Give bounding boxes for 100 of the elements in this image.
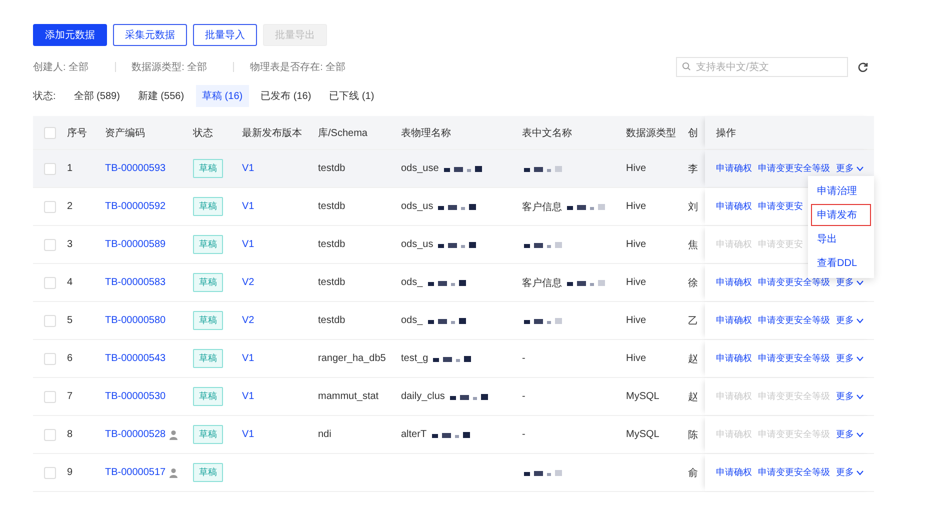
toolbar-button[interactable]: 采集元数据 <box>113 24 187 46</box>
version-link[interactable]: V1 <box>242 391 254 402</box>
table-cell: testdb <box>318 239 346 250</box>
table-cell: Hive <box>626 353 646 364</box>
status-tag: 草稿 <box>193 349 223 368</box>
table-cell-text: 俞 <box>688 466 698 480</box>
action-link[interactable]: 申请确权 <box>716 314 752 327</box>
checkbox[interactable] <box>44 276 56 288</box>
version-link[interactable]: V2 <box>242 315 254 326</box>
column-header: 资产编码 <box>105 126 145 140</box>
action-link[interactable]: 申请变更安 <box>758 200 803 213</box>
table-cell-text: 徐 <box>688 276 698 290</box>
checkbox[interactable] <box>44 390 56 402</box>
table-cell-text: 赵 <box>688 390 698 404</box>
column-header: 状态 <box>193 126 213 140</box>
column-header: 最新发布版本 <box>242 126 302 140</box>
more-dropdown[interactable]: 更多 <box>836 352 864 365</box>
asset-code-link[interactable]: TB-00000530 <box>105 391 166 402</box>
search-field[interactable]: 支持表中文/英文 <box>676 57 848 77</box>
refresh-icon[interactable] <box>858 62 868 72</box>
checkbox[interactable] <box>44 314 56 326</box>
version-link[interactable]: V1 <box>242 163 254 174</box>
asset-code-link[interactable]: TB-00000543 <box>105 353 166 364</box>
checkbox[interactable] <box>44 352 56 364</box>
table-cell: Hive <box>626 277 646 288</box>
checkbox[interactable] <box>44 162 56 174</box>
asset-code-link[interactable]: TB-00000528 <box>105 429 166 440</box>
table-cell-text: 陈 <box>688 428 698 442</box>
checkbox[interactable] <box>44 466 56 478</box>
toolbar-button[interactable]: 批量导入 <box>193 24 257 46</box>
version-link[interactable]: V1 <box>242 429 254 440</box>
checkbox[interactable] <box>44 126 56 138</box>
action-link[interactable]: 申请变更安全等级 <box>758 352 830 365</box>
checkbox[interactable] <box>44 428 56 440</box>
filter-dropdown[interactable]: 创建人: 全部 <box>33 60 89 74</box>
checkbox[interactable] <box>44 238 56 250</box>
checkbox[interactable] <box>44 200 56 212</box>
table-cell: - <box>522 429 526 440</box>
action-link[interactable]: 申请确权 <box>716 162 752 175</box>
asset-code-link[interactable]: TB-00000580 <box>105 315 166 326</box>
more-dropdown[interactable]: 更多 <box>836 466 864 479</box>
table-cell: testdb <box>318 315 346 326</box>
status-tag: 草稿 <box>193 311 223 330</box>
version-link[interactable]: V1 <box>242 201 254 212</box>
status-tag: 草稿 <box>193 235 223 254</box>
action-link[interactable]: 申请变更安全等级 <box>758 314 830 327</box>
action-link[interactable]: 申请确权 <box>716 466 752 479</box>
version-link[interactable]: V2 <box>242 277 254 288</box>
menu-item[interactable]: 导出 <box>811 228 871 250</box>
action-link[interactable]: 申请确权 <box>716 352 752 365</box>
table-cell: ods_us <box>401 239 434 250</box>
status-tab[interactable]: 草稿 (16) <box>196 85 249 107</box>
table-cell: Hive <box>626 201 646 212</box>
table-cell: daily_clus <box>401 391 445 402</box>
menu-item[interactable]: 申请发布 <box>811 204 871 226</box>
caret-icon <box>856 280 864 286</box>
more-dropdown[interactable]: 更多 <box>836 428 864 441</box>
table-cell: testdb <box>318 163 346 174</box>
column-header: 库/Schema <box>318 126 368 140</box>
more-dropdown[interactable]: 更多 <box>836 390 864 403</box>
filter-dropdown[interactable]: 物理表是否存在: 全部 <box>250 60 346 74</box>
status-tag: 草稿 <box>193 273 223 292</box>
asset-code-link[interactable]: TB-00000517 <box>105 467 166 478</box>
action-link[interactable]: 申请确权 <box>716 276 752 289</box>
asset-code-link[interactable]: TB-00000583 <box>105 277 166 288</box>
table-cell: 5 <box>67 315 73 326</box>
asset-code-link[interactable]: TB-00000592 <box>105 201 166 212</box>
status-tag: 草稿 <box>193 463 223 482</box>
table-cell-text: 焦 <box>688 238 698 252</box>
status-tab[interactable]: 已下线 (1) <box>323 85 380 107</box>
caret-icon <box>856 470 864 476</box>
toolbar-button[interactable]: 添加元数据 <box>33 24 107 46</box>
menu-item[interactable]: 查看DDL <box>811 252 871 274</box>
column-header: 操作 <box>716 126 736 140</box>
version-link[interactable]: V1 <box>242 239 254 250</box>
table-cell: Hive <box>626 163 646 174</box>
status-tab[interactable]: 全部 (589) <box>68 85 126 107</box>
action-link[interactable]: 申请确权 <box>716 200 752 213</box>
action-link[interactable]: 申请变更安全等级 <box>758 466 830 479</box>
table-cell: testdb <box>318 201 346 212</box>
table-cell: MySQL <box>626 391 660 402</box>
more-dropdown[interactable]: 更多 <box>836 162 864 175</box>
table-cell: - <box>522 391 526 402</box>
version-link[interactable]: V1 <box>242 353 254 364</box>
menu-item[interactable]: 申请治理 <box>811 180 871 202</box>
table-cell: 4 <box>67 277 73 288</box>
asset-code-link[interactable]: TB-00000589 <box>105 239 166 250</box>
table-cell: ods_ <box>401 277 423 288</box>
table-cell: testdb <box>318 277 346 288</box>
more-dropdown[interactable]: 更多 <box>836 314 864 327</box>
caret-icon <box>856 318 864 324</box>
filter-dropdown[interactable]: 数据源类型: 全部 <box>132 60 208 74</box>
status-tab[interactable]: 新建 (556) <box>132 85 190 107</box>
status-tag: 草稿 <box>193 197 223 216</box>
asset-code-link[interactable]: TB-00000593 <box>105 163 166 174</box>
table-cell: ods_use <box>401 163 439 174</box>
action-link[interactable]: 申请变更安全等级 <box>758 276 830 289</box>
action-link[interactable]: 申请变更安全等级 <box>758 162 830 175</box>
more-dropdown[interactable]: 更多 <box>836 276 864 289</box>
status-tab[interactable]: 已发布 (16) <box>254 85 318 107</box>
